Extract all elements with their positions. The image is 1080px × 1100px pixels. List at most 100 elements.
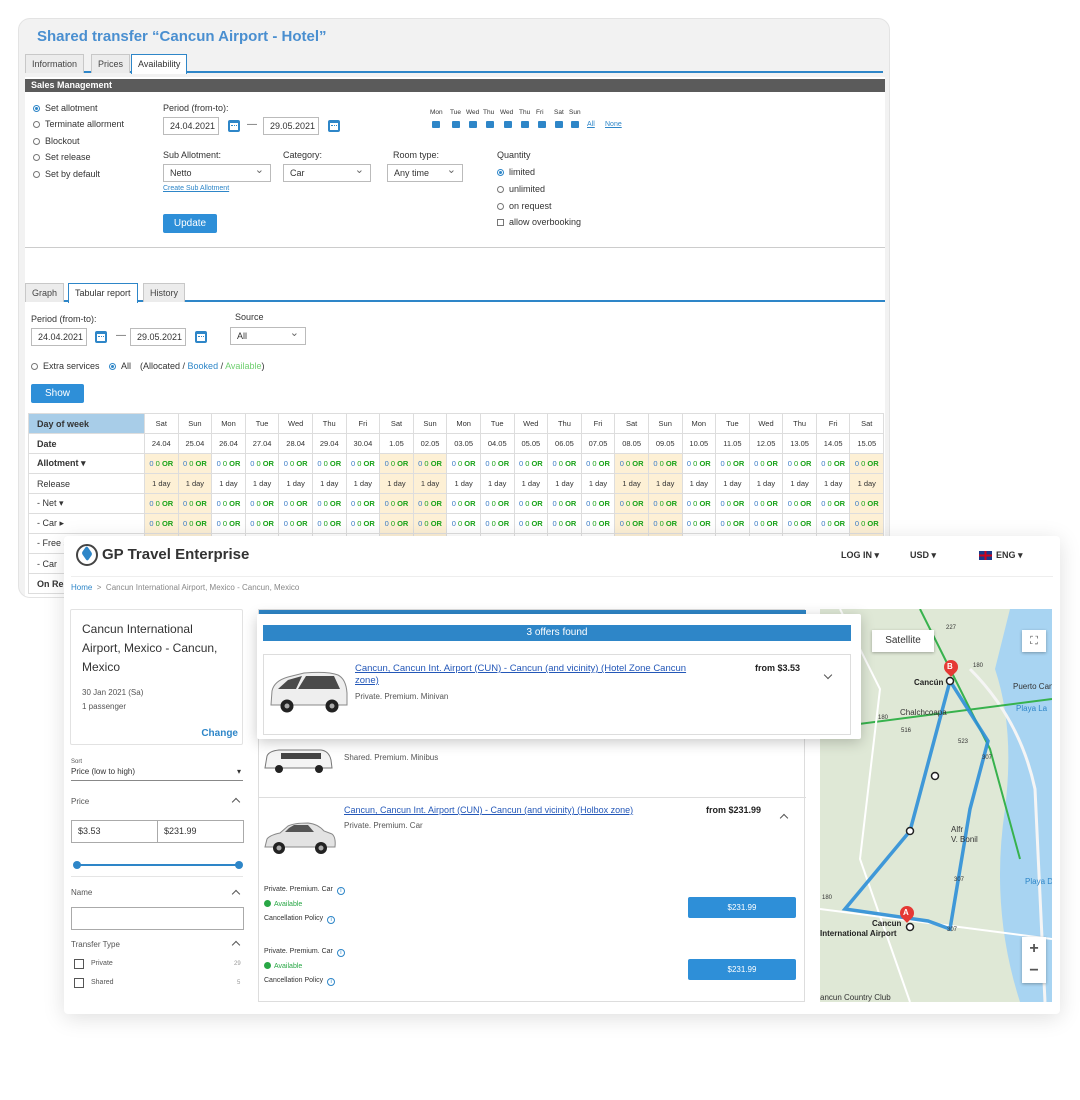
- radio-blockout[interactable]: Blockout: [33, 136, 80, 146]
- allotment-cell[interactable]: 0 0 OR: [244, 493, 280, 514]
- allotment-cell[interactable]: 0 0 OR: [614, 453, 649, 474]
- allotment-cell[interactable]: 0 0 OR: [311, 513, 347, 534]
- update-button[interactable]: Update: [163, 214, 217, 233]
- cancellation-policy[interactable]: Cancellation Policy i: [264, 915, 336, 924]
- allotment-cell[interactable]: 0 0 OR: [547, 453, 582, 474]
- radio-on-request[interactable]: on request: [497, 201, 552, 211]
- calendar-icon[interactable]: [228, 120, 240, 132]
- tab-availability[interactable]: Availability: [131, 54, 188, 74]
- allotment-cell[interactable]: 0 0 OR: [479, 453, 515, 474]
- price-slider-track[interactable]: [76, 864, 239, 866]
- allotment-cell[interactable]: 0 0 OR: [513, 513, 549, 534]
- price-slider-min-handle[interactable]: [73, 861, 81, 869]
- allotment-cell[interactable]: 0 0 OR: [177, 513, 213, 534]
- allotment-cell[interactable]: 0 0 OR: [278, 493, 313, 514]
- logo-icon[interactable]: [76, 544, 98, 566]
- allotment-cell[interactable]: 0 0 OR: [815, 493, 851, 514]
- offer-title-link[interactable]: Cancun, Cancun Int. Airport (CUN) - Canc…: [344, 805, 633, 815]
- shared-checkbox[interactable]: [74, 978, 84, 988]
- chevron-up-icon[interactable]: [231, 940, 241, 950]
- day-checkbox[interactable]: [521, 121, 529, 128]
- price-max-input[interactable]: $231.99: [157, 820, 244, 843]
- allotment-cell[interactable]: 0 0 OR: [681, 493, 717, 514]
- tab-history[interactable]: History: [143, 283, 186, 302]
- date-from-input[interactable]: 24.04.2021: [163, 117, 219, 135]
- allotment-cell[interactable]: 0 0 OR: [782, 513, 817, 534]
- day-checkbox[interactable]: [432, 121, 440, 128]
- allotment-cell[interactable]: 0 0 OR: [715, 513, 750, 534]
- change-button[interactable]: Change: [201, 728, 238, 739]
- allotment-cell[interactable]: 0 0 OR: [211, 513, 246, 534]
- chevron-down-icon[interactable]: [823, 670, 833, 680]
- allotment-cell[interactable]: 0 0 OR: [748, 493, 784, 514]
- allotment-cell[interactable]: 0 0 OR: [446, 493, 481, 514]
- allotment-cell[interactable]: 0 0 OR: [748, 453, 784, 474]
- allotment-cell[interactable]: 0 0 OR: [748, 513, 784, 534]
- cancellation-policy[interactable]: Cancellation Policy i: [264, 977, 336, 986]
- allotment-cell[interactable]: 0 0 OR: [244, 513, 280, 534]
- allotment-cell[interactable]: 0 0 OR: [681, 513, 717, 534]
- chevron-up-icon[interactable]: [779, 813, 789, 823]
- allotment-cell[interactable]: 0 0 OR: [513, 493, 549, 514]
- chevron-up-icon[interactable]: [231, 889, 241, 899]
- calendar-icon[interactable]: [95, 331, 107, 343]
- allotment-cell[interactable]: 0 0 OR: [580, 453, 616, 474]
- report-date-to[interactable]: 29.05.2021: [130, 328, 186, 346]
- info-icon[interactable]: i: [336, 887, 345, 895]
- tab-prices[interactable]: Prices: [91, 54, 131, 73]
- allotment-cell[interactable]: 0 0 OR: [849, 513, 885, 534]
- book-button[interactable]: $231.99: [688, 897, 796, 918]
- allotment-cell[interactable]: 0 0 OR: [715, 453, 750, 474]
- allotment-cell[interactable]: 0 0 OR: [580, 493, 616, 514]
- allotment-cell[interactable]: 0 0 OR: [379, 513, 414, 534]
- allotment-cell[interactable]: 0 0 OR: [580, 513, 616, 534]
- info-icon[interactable]: i: [327, 978, 336, 986]
- tab-graph[interactable]: Graph: [25, 283, 65, 302]
- allotment-cell[interactable]: 0 0 OR: [782, 493, 817, 514]
- book-button[interactable]: $231.99: [688, 959, 796, 980]
- radio-all[interactable]: All (Allocated / Booked / Available): [109, 361, 264, 371]
- language-menu[interactable]: ENG ▾: [979, 550, 1023, 561]
- radio-set-allotment[interactable]: Set allotment: [33, 103, 98, 113]
- allotment-cell[interactable]: 0 0 OR: [177, 493, 213, 514]
- calendar-icon[interactable]: [195, 331, 207, 343]
- allotment-cell[interactable]: 0 0 OR: [614, 493, 649, 514]
- name-filter-input[interactable]: [71, 907, 244, 930]
- radio-set-default[interactable]: Set by default: [33, 169, 100, 179]
- radio-unlimited[interactable]: unlimited: [497, 184, 545, 194]
- allotment-cell[interactable]: 0 0 OR: [547, 513, 582, 534]
- allotment-cell[interactable]: 0 0 OR: [311, 453, 347, 474]
- zoom-out-button[interactable]: −: [1022, 960, 1046, 983]
- allotment-cell[interactable]: 0 0 OR: [379, 493, 414, 514]
- allotment-cell[interactable]: 0 0 OR: [345, 453, 381, 474]
- radio-extra-services[interactable]: Extra services: [31, 361, 100, 371]
- row-label[interactable]: Allotment ▾: [28, 453, 145, 474]
- brand-name[interactable]: GP Travel Enterprise: [102, 546, 249, 563]
- show-button[interactable]: Show: [31, 384, 84, 403]
- allotment-cell[interactable]: 0 0 OR: [647, 453, 683, 474]
- allotment-cell[interactable]: 0 0 OR: [614, 513, 649, 534]
- allotment-cell[interactable]: 0 0 OR: [849, 453, 885, 474]
- allotment-cell[interactable]: 0 0 OR: [647, 493, 683, 514]
- private-checkbox[interactable]: [74, 959, 84, 969]
- price-slider-max-handle[interactable]: [235, 861, 243, 869]
- day-checkbox[interactable]: [504, 121, 512, 128]
- day-checkbox[interactable]: [538, 121, 546, 128]
- allotment-cell[interactable]: 0 0 OR: [278, 513, 313, 534]
- day-checkbox[interactable]: [469, 121, 477, 128]
- currency-menu[interactable]: USD ▾: [910, 550, 936, 561]
- tab-information[interactable]: Information: [25, 54, 85, 73]
- date-to-input[interactable]: 29.05.2021: [263, 117, 319, 135]
- allotment-cell[interactable]: 0 0 OR: [513, 453, 549, 474]
- allotment-cell[interactable]: 0 0 OR: [715, 493, 750, 514]
- allotment-cell[interactable]: 0 0 OR: [244, 453, 280, 474]
- days-all-link[interactable]: All: [587, 121, 595, 128]
- allotment-cell[interactable]: 0 0 OR: [479, 493, 515, 514]
- breadcrumb-home[interactable]: Home: [71, 583, 92, 592]
- allotment-cell[interactable]: 0 0 OR: [211, 453, 246, 474]
- allotment-cell[interactable]: 0 0 OR: [412, 453, 448, 474]
- overbooking-checkbox[interactable]: allow overbooking: [497, 217, 581, 227]
- day-checkbox[interactable]: [571, 121, 579, 128]
- sub-allotment-select[interactable]: Netto: [163, 162, 271, 182]
- allotment-cell[interactable]: 0 0 OR: [412, 513, 448, 534]
